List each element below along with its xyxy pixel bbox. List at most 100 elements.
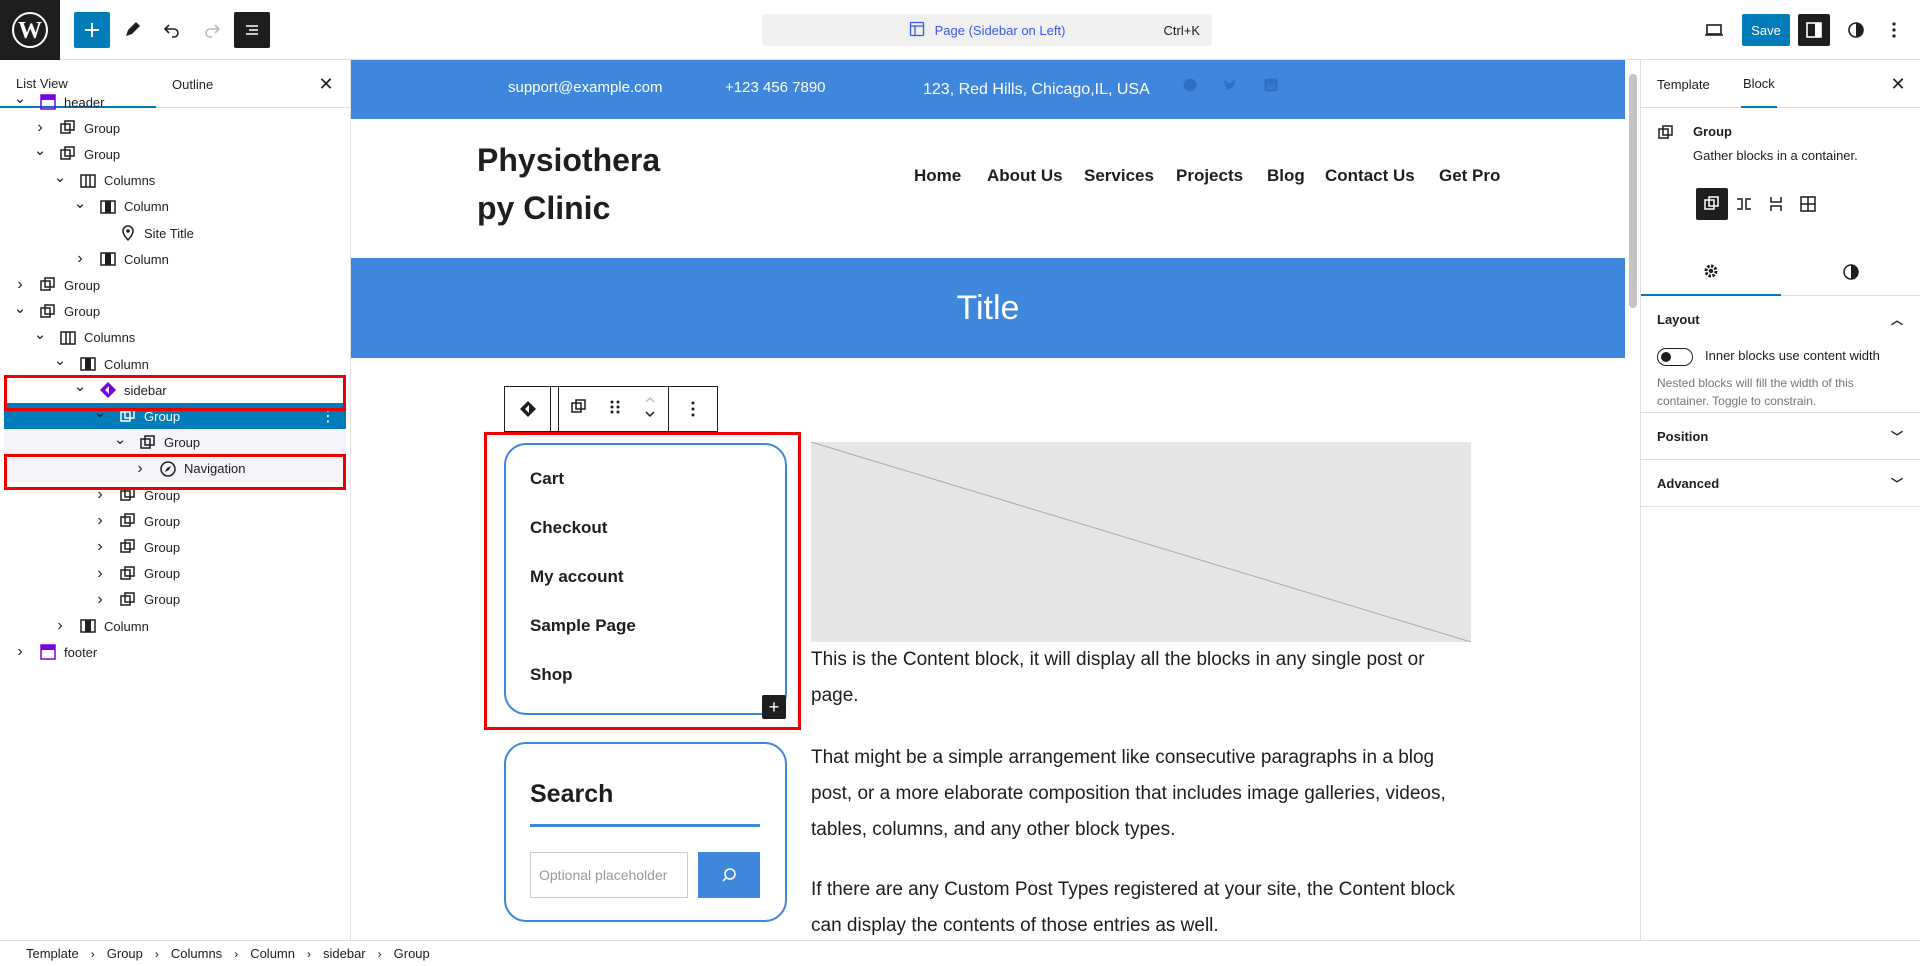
tree-row-column[interactable]: › Column [4, 613, 346, 639]
chevron-down-icon[interactable]: ⌄ [32, 142, 48, 159]
preview-button[interactable] [1696, 12, 1732, 48]
pattern-button[interactable] [505, 387, 551, 431]
advanced-panel-header[interactable]: Advanced ﹀ [1641, 460, 1920, 506]
add-block-button[interactable] [74, 12, 110, 48]
featured-image-placeholder[interactable] [811, 442, 1471, 642]
page-title[interactable]: Title [957, 289, 1020, 328]
chevron-down-icon[interactable]: ⌄ [52, 352, 68, 369]
editor-canvas[interactable]: support@example.com +123 456 7890 123, R… [351, 60, 1625, 940]
save-button[interactable]: Save [1742, 14, 1790, 46]
facebook-icon[interactable] [1183, 78, 1197, 96]
chevron-right-icon[interactable]: › [32, 119, 48, 136]
breadcrumb-item[interactable]: Columns [171, 946, 222, 961]
breadcrumb-item[interactable]: Column [250, 946, 295, 961]
highlight-box-tree [4, 453, 346, 490]
advanced-panel[interactable]: Advanced ﹀ [1641, 460, 1920, 507]
move-up-down-icon[interactable] [643, 394, 657, 425]
tree-row-group[interactable]: › Group [4, 587, 346, 613]
tree-row-column[interactable]: ⌄ Column [4, 194, 346, 220]
chevron-down-icon[interactable]: ⌄ [12, 90, 28, 107]
undo-button[interactable] [154, 12, 190, 48]
search-underline [530, 824, 760, 827]
chevron-right-icon[interactable]: › [92, 512, 108, 529]
chevron-right-icon[interactable]: › [92, 591, 108, 608]
tree-row-columns[interactable]: ⌄ Columns [4, 168, 346, 194]
block-options-button[interactable] [669, 387, 717, 431]
nav-item-blog[interactable]: Blog [1267, 166, 1305, 186]
layout-panel-header[interactable]: Layout ︿ [1641, 296, 1920, 342]
tree-row-footer[interactable]: › footer [4, 639, 346, 665]
twitter-icon[interactable] [1223, 78, 1237, 96]
variation-group-button[interactable] [1696, 188, 1728, 220]
drag-handle-icon[interactable] [609, 398, 621, 421]
tree-row-group[interactable]: › Group [4, 115, 346, 141]
styles-button[interactable] [1838, 12, 1874, 48]
options-button[interactable] [1876, 12, 1912, 48]
site-title[interactable]: Physiothera py Clinic [477, 136, 687, 232]
tree-row-header[interactable]: ⌄ header [4, 89, 346, 115]
canvas-scrollbar[interactable] [1629, 74, 1637, 308]
contact-phone: +123 456 7890 [725, 79, 826, 96]
tree-row-group[interactable]: › Group [4, 272, 346, 298]
breadcrumb-item[interactable]: Group [107, 946, 143, 961]
group-icon[interactable] [570, 398, 588, 421]
tree-row-column[interactable]: ⌄ Column [4, 351, 346, 377]
position-panel[interactable]: Position ﹀ [1641, 413, 1920, 460]
chevron-down-icon[interactable]: ⌄ [52, 169, 68, 186]
tree-row-group[interactable]: ⌄ Group [4, 429, 346, 456]
chevron-right-icon[interactable]: › [72, 250, 88, 267]
tools-button[interactable] [114, 12, 150, 48]
chevron-down-icon[interactable]: ⌄ [112, 431, 128, 448]
nav-item-projects[interactable]: Projects [1176, 166, 1243, 186]
tree-row-group[interactable]: › Group [4, 561, 346, 587]
chevron-down-icon[interactable]: ⌄ [72, 195, 88, 212]
nav-item-about[interactable]: About Us [987, 166, 1063, 186]
document-overview-button[interactable] [234, 12, 270, 48]
variation-grid-button[interactable] [1792, 188, 1824, 220]
chevron-down-icon[interactable]: ⌄ [12, 300, 28, 317]
position-panel-header[interactable]: Position ﹀ [1641, 413, 1920, 459]
tree-row-group[interactable]: › Group [4, 508, 346, 534]
nav-item-home[interactable]: Home [914, 166, 961, 186]
content-width-toggle[interactable] [1657, 348, 1693, 366]
tree-row-group[interactable]: › Group [4, 534, 346, 560]
tree-row-group[interactable]: ⌄ Group [4, 299, 346, 325]
nav-item-services[interactable]: Services [1084, 166, 1154, 186]
content-paragraph-2[interactable]: That might be a simple arrangement like … [811, 740, 1471, 848]
tab-settings[interactable] [1641, 248, 1781, 296]
tab-block[interactable]: Block [1741, 60, 1777, 108]
search-button[interactable] [698, 852, 760, 898]
tree-row-group[interactable]: ⌄ Group [4, 141, 346, 167]
breadcrumb-item[interactable]: sidebar [323, 946, 366, 961]
variation-stack-button[interactable] [1760, 188, 1792, 220]
tree-row-columns[interactable]: ⌄ Columns [4, 325, 346, 351]
chevron-down-icon[interactable]: ⌄ [32, 326, 48, 343]
tab-template[interactable]: Template [1657, 60, 1710, 108]
search-input[interactable]: Optional placeholder [530, 852, 688, 898]
breadcrumb-item[interactable]: Template [26, 946, 79, 961]
settings-toggle-button[interactable] [1798, 14, 1830, 46]
variation-row-button[interactable] [1728, 188, 1760, 220]
nav-item-get-pro[interactable]: Get Pro [1439, 166, 1500, 186]
chevron-right-icon[interactable]: › [92, 538, 108, 555]
content-paragraph-3[interactable]: If there are any Custom Post Types regis… [811, 872, 1471, 940]
tree-row-column[interactable]: › Column [4, 246, 346, 272]
nav-item-contact[interactable]: Contact Us [1325, 166, 1415, 186]
content-paragraph-1[interactable]: This is the Content block, it will displ… [811, 642, 1471, 714]
tree-row-site-title[interactable]: Site Title [4, 220, 346, 246]
chevron-down-icon: ﹀ [1890, 476, 1903, 491]
chevron-right-icon[interactable]: › [52, 617, 68, 634]
chevron-right-icon[interactable]: › [92, 565, 108, 582]
group-icon [116, 509, 140, 533]
document-title-bar[interactable]: Page (Sidebar on Left) Ctrl+K [762, 14, 1212, 46]
breadcrumb-item[interactable]: Group [394, 946, 430, 961]
close-icon[interactable]: ✕ [1888, 74, 1908, 94]
tab-styles[interactable] [1781, 248, 1920, 296]
chevron-right-icon[interactable]: › [12, 643, 28, 660]
search-widget: Search Optional placeholder [504, 742, 787, 922]
chevron-right-icon[interactable]: › [12, 276, 28, 293]
tree-row-label: Group [144, 513, 181, 529]
redo-button[interactable] [194, 12, 230, 48]
linkedin-icon[interactable]: in [1264, 78, 1278, 96]
wordpress-logo-icon[interactable]: W [0, 0, 60, 60]
